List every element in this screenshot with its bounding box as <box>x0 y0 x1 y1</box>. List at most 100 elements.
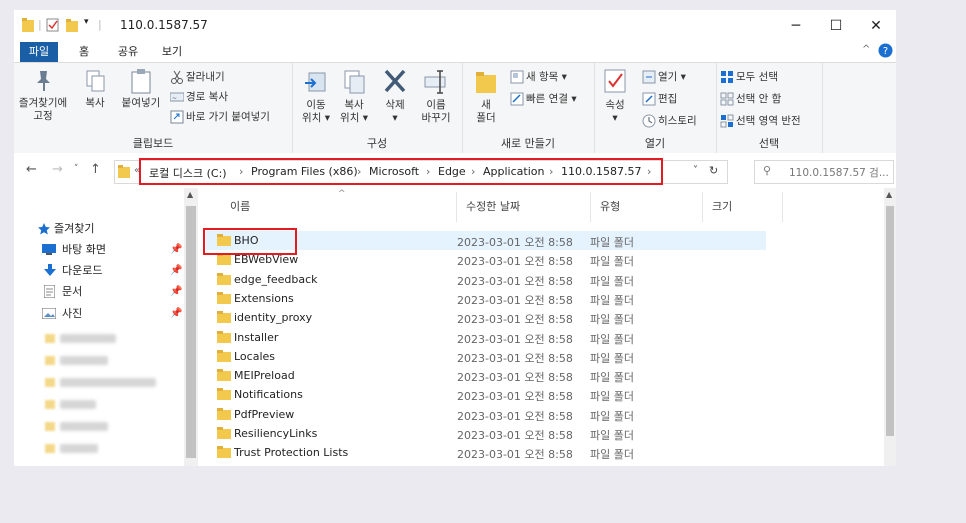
file-row[interactable]: Notifications 2023-03-01 오전 8:58 파일 폴더 <box>206 385 766 404</box>
redacted-nav-item <box>60 356 108 365</box>
file-row[interactable]: VisualElements2023-03-01 오전 8:58파일 폴더 <box>206 463 766 466</box>
file-date: 2023-03-01 오전 8:58 <box>457 255 573 269</box>
copy-icon <box>86 70 105 92</box>
new-folder-button[interactable]: 새 폴더 <box>470 67 502 125</box>
nav-pictures[interactable]: 사진 <box>62 306 82 322</box>
easy-access-icon <box>510 92 524 106</box>
redacted-nav-item <box>60 334 116 343</box>
select-group-label: 선택 <box>758 137 780 150</box>
file-row[interactable]: Trust Protection Lists 2023-03-01 오전 8:58… <box>206 443 766 462</box>
file-row[interactable]: Installer 2023-03-01 오전 8:58 파일 폴더 <box>206 328 766 347</box>
move-to-button[interactable]: 이동 위치 ▾ <box>298 67 334 125</box>
nav-quick-access[interactable]: 즐겨찾기 <box>54 221 94 237</box>
back-arrow-icon[interactable]: ← <box>26 162 37 177</box>
file-explorer-window: | ▾ | 110.0.1587.57 ─ ☐ ✕ 파일 홈 공유 보기 ^ ?… <box>14 10 896 466</box>
redacted-nav-item <box>60 422 108 431</box>
open-button[interactable]: 열기 ▾ <box>642 69 686 85</box>
new-folder-label-1: 새 <box>481 99 491 111</box>
properties-quick-icon[interactable] <box>46 18 59 32</box>
collapse-ribbon-icon[interactable]: ^ <box>862 44 870 55</box>
maximize-button[interactable]: ☐ <box>818 14 854 38</box>
file-row[interactable]: Locales 2023-03-01 오전 8:58 파일 폴더 <box>206 347 766 366</box>
column-header-date[interactable]: 수정한 날짜 <box>466 198 520 214</box>
file-row[interactable]: edge_feedback 2023-03-01 오전 8:58 파일 폴더 <box>206 270 766 289</box>
nav-pane-scrollbar[interactable]: ▲ <box>184 188 198 466</box>
minimize-button[interactable]: ─ <box>778 14 814 38</box>
file-row[interactable]: Extensions 2023-03-01 오전 8:58 파일 폴더 <box>206 289 766 308</box>
up-arrow-icon[interactable]: ↑ <box>90 162 101 177</box>
easy-access-button[interactable]: 빠른 연결 ▾ <box>510 91 577 107</box>
column-divider[interactable] <box>782 192 783 222</box>
open-label: 열기 ▾ <box>658 71 686 83</box>
new-item-button[interactable]: 새 항목 ▾ <box>510 69 567 85</box>
tab-home[interactable]: 홈 <box>66 42 102 62</box>
new-folder-quick-icon[interactable] <box>66 18 78 32</box>
nav-downloads[interactable]: 다운로드 <box>62 263 102 279</box>
forward-arrow-icon[interactable]: → <box>52 162 63 177</box>
scroll-up-icon[interactable]: ▲ <box>187 190 193 199</box>
file-row[interactable]: identity_proxy 2023-03-01 오전 8:58 파일 폴더 <box>206 308 766 327</box>
copy-to-icon <box>344 70 365 94</box>
paste-shortcut-button[interactable]: 바로 가기 붙여넣기 <box>170 109 270 125</box>
copy-path-button[interactable]: ~ 경로 복사 <box>169 89 228 105</box>
file-list: ^ 이름 수정한 날짜 유형 크기 BHO 2023-03-01 오전 8:58 파… <box>198 188 896 466</box>
column-divider[interactable] <box>590 192 591 222</box>
properties-button[interactable]: 속성 ▾ <box>600 67 630 125</box>
column-header-size[interactable]: 크기 <box>712 198 732 214</box>
delete-button[interactable]: 삭제 ▾ <box>380 67 410 125</box>
column-header-name[interactable]: 이름 <box>230 198 250 214</box>
pin-quick-access-button[interactable]: 즐겨찾기에 고정 <box>18 67 68 123</box>
file-type: 파일 폴더 <box>590 293 634 307</box>
file-name: edge_feedback <box>234 272 318 286</box>
file-row[interactable]: MEIPreload 2023-03-01 오전 8:58 파일 폴더 <box>206 366 766 385</box>
folder-icon <box>217 407 231 420</box>
scroll-up-icon[interactable]: ▲ <box>886 190 892 199</box>
edit-button[interactable]: 편집 <box>642 91 677 107</box>
help-icon[interactable]: ? <box>878 43 893 58</box>
tab-share[interactable]: 공유 <box>110 42 146 62</box>
file-name: Trust Protection Lists <box>234 446 349 460</box>
customize-quick-access-icon[interactable]: ▾ <box>84 17 89 31</box>
select-none-button[interactable]: 선택 안 함 <box>720 91 781 107</box>
search-box[interactable]: ⚲ 110.0.1587.57 검... <box>754 160 894 184</box>
file-row[interactable]: PdfPreview 2023-03-01 오전 8:58 파일 폴더 <box>206 405 766 424</box>
column-divider[interactable] <box>456 192 457 222</box>
tab-view[interactable]: 보기 <box>154 42 190 62</box>
file-type: 파일 폴더 <box>590 448 634 462</box>
folder-icon <box>217 272 231 285</box>
column-divider[interactable] <box>702 192 703 222</box>
invert-selection-button[interactable]: 선택 영역 반전 <box>720 113 801 129</box>
cut-button[interactable]: 잘라내기 <box>170 69 225 85</box>
file-name: EBWebView <box>234 253 299 267</box>
address-dropdown-icon[interactable]: ˅ <box>693 165 698 176</box>
close-button[interactable]: ✕ <box>858 14 894 38</box>
search-icon: ⚲ <box>763 164 772 177</box>
file-name: identity_proxy <box>234 311 313 325</box>
recent-locations-icon[interactable]: ˅ <box>74 164 79 174</box>
nav-pane-scroll-thumb[interactable] <box>186 206 196 458</box>
copy-label: 복사 <box>85 97 105 109</box>
select-group: 모두 선택 선택 안 함 선택 영역 반전 선택 <box>716 63 823 153</box>
file-date: 2023-03-01 오전 8:58 <box>457 448 573 462</box>
copy-to-button[interactable]: 복사 위치 ▾ <box>336 67 372 125</box>
tab-file[interactable]: 파일 <box>20 42 58 62</box>
refresh-icon[interactable]: ↻ <box>709 164 718 177</box>
file-type: 파일 폴더 <box>590 255 634 269</box>
nav-desktop[interactable]: 바탕 화면 <box>62 242 106 258</box>
history-button[interactable]: 히스토리 <box>642 113 697 129</box>
rename-button[interactable]: 이름 바꾸기 <box>416 67 456 125</box>
column-header-type[interactable]: 유형 <box>600 198 620 214</box>
folder-icon <box>217 427 231 439</box>
copy-path-label: 경로 복사 <box>186 91 228 103</box>
move-to-label-2: 위치 ▾ <box>302 112 330 124</box>
select-all-button[interactable]: 모두 선택 <box>720 69 778 85</box>
nav-documents[interactable]: 문서 <box>62 284 82 300</box>
new-item-label: 새 항목 ▾ <box>526 71 567 83</box>
copy-button[interactable]: 복사 <box>80 67 110 110</box>
folder-icon <box>217 349 231 362</box>
paste-button[interactable]: 붙여넣기 <box>118 67 164 110</box>
new-item-icon <box>510 70 524 84</box>
file-list-scroll-thumb[interactable] <box>886 206 894 436</box>
file-list-scrollbar[interactable]: ▲ <box>884 188 896 466</box>
file-row[interactable]: ResiliencyLinks 2023-03-01 오전 8:58 파일 폴더 <box>206 424 766 443</box>
